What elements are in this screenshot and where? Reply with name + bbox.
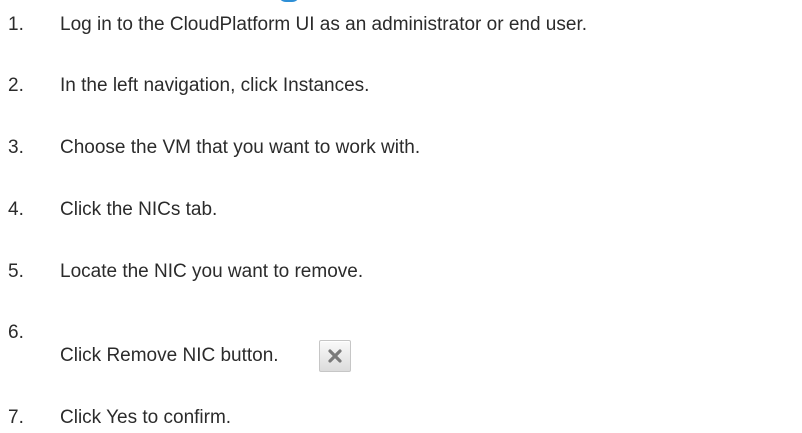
step-number: 4.	[8, 199, 24, 220]
heading-fragment	[278, 0, 300, 2]
step-text: Click Yes to confirm.	[60, 407, 232, 428]
step-text: Log in to the CloudPlatform UI as an adm…	[60, 14, 587, 35]
remove-nic-icon	[319, 340, 351, 372]
step-number: 3.	[8, 137, 24, 158]
step-number: 6.	[8, 322, 24, 343]
step-text: Click the NICs tab.	[60, 199, 218, 220]
step-text: Click Remove NIC button.	[60, 345, 279, 366]
x-icon	[328, 349, 342, 363]
step-text: Locate the NIC you want to remove.	[60, 261, 364, 282]
step-text: Choose the VM that you want to work with…	[60, 137, 421, 158]
step-text: In the left navigation, click Instances.	[60, 75, 370, 96]
step-number: 7.	[8, 407, 24, 428]
step-number: 1.	[8, 14, 24, 35]
step-number: 5.	[8, 261, 24, 282]
step-number: 2.	[8, 75, 24, 96]
